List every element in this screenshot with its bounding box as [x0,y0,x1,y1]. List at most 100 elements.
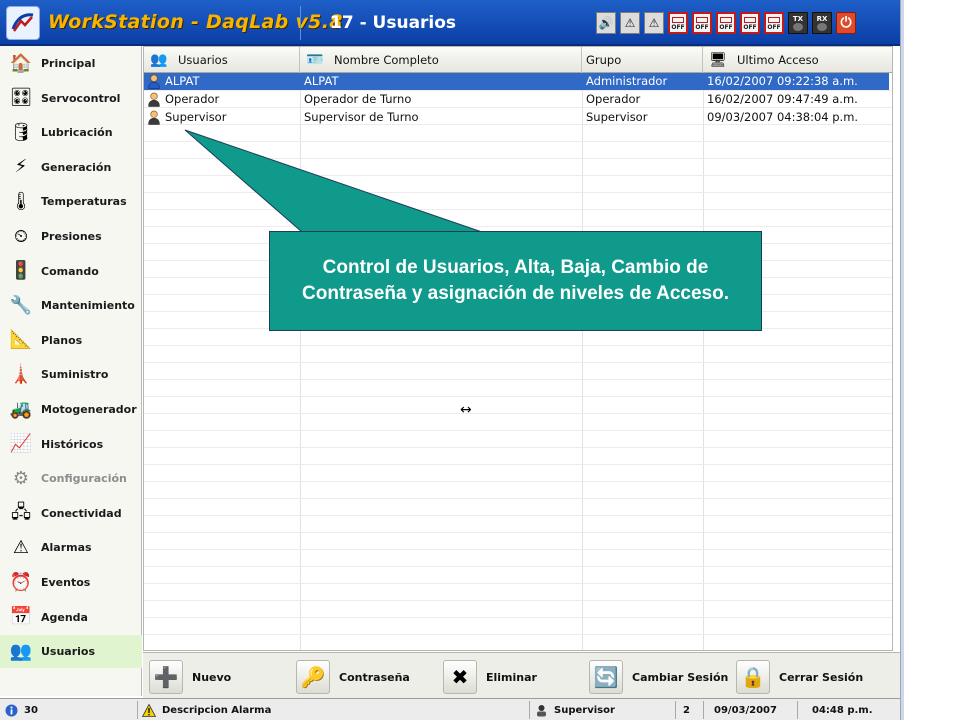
status-count-cell[interactable]: 30 [0,701,138,719]
relay-label: OFF [719,24,733,31]
status-user-cell: Supervisor [530,701,676,719]
column-header-usuarios[interactable]: 👥 Usuarios [144,47,300,73]
cell-full-name: Supervisor de Turno [304,110,419,124]
sidebar-item-label: Agenda [41,610,88,624]
sidebar: 🏠 Principal 🎛 Servocontrol 🛢 Lubricación ⚡ Gene… [0,46,142,696]
sidebar-item-conectividad[interactable]: 🖧 Conectividad [0,497,142,530]
row-divider [144,515,892,516]
gears-icon: ⚙ [12,467,30,489]
table-row[interactable]: ALPAT ALPAT Administrador 16/02/2007 09:22:… [144,73,889,90]
switch-session-icon: 🔄 [589,660,623,694]
cell-group: Supervisor [586,110,648,124]
relay-off-3-icon[interactable]: OFF [716,12,736,34]
action-bar: ➕ Nuevo 🔑 Contraseña ✖ Eliminar 🔄 Cambiar Sesió… [143,652,900,698]
sidebar-item-configuracion[interactable]: ⚙ Configuración [0,462,142,495]
table-row[interactable]: Supervisor Supervisor de Turno Supervisor 0… [144,109,889,126]
warning-outline-2-icon-glyph: ⚠ [648,16,660,30]
users-icon: 👥 [150,52,168,68]
sidebar-item-temperaturas[interactable]: 🌡 Temperaturas [0,185,142,218]
row-divider [144,583,892,584]
relay-off-2-icon[interactable]: OFF [692,12,712,34]
status-bar: 30 Descripcion Alarma Supervisor 2 09/03… [0,698,900,720]
sidebar-item-alarmas[interactable]: ⚠ Alarmas [0,531,142,564]
contrasena-button[interactable]: 🔑 Contraseña [296,660,410,694]
column-header-grupo[interactable]: Grupo [582,47,703,73]
thermometer-icon: 🌡 [9,190,33,212]
column-header-label: Usuarios [178,53,228,67]
cell-user: ALPAT [165,74,200,88]
cambiar-sesion-button[interactable]: 🔄 Cambiar Sesión [589,660,728,694]
sidebar-item-lubricacion[interactable]: 🛢 Lubricación [0,116,142,149]
cell-last-access: 16/02/2007 09:22:38 a.m. [707,74,858,88]
relay-box-icon [768,17,780,23]
sidebar-item-motogenerador[interactable]: 🚜 Motogenerador [0,393,142,426]
row-divider [144,362,892,363]
power-tower-icon: 🗼 [9,363,33,385]
window-edge [900,0,904,720]
warning-outline-2-icon[interactable]: ⚠ [644,12,664,34]
column-header-ultimo-acceso[interactable]: 🖥 Ultimo Acceso [703,47,892,73]
row-divider [144,192,892,193]
status-user: Supervisor [554,704,615,716]
sidebar-item-presiones[interactable]: ⏲ Presiones [0,220,142,253]
sidebar-item-agenda[interactable]: 📅 Agenda [0,601,142,634]
sidebar-item-servocontrol[interactable]: 🎛 Servocontrol [0,82,142,115]
rx-icon[interactable]: RX [812,12,832,34]
sidebar-item-label: Conectividad [41,506,122,520]
app-logo-icon [6,6,40,40]
sidebar-item-usuarios[interactable]: 👥 Usuarios [0,635,142,669]
column-header-label: Nombre Completo [334,53,439,67]
relay-label: OFF [695,24,709,31]
sidebar-item-label: Presiones [41,230,102,243]
sidebar-item-label: Motogenerador [41,403,137,416]
speaker-icon-glyph: 🔊 [598,16,614,30]
nuevo-button[interactable]: ➕ Nuevo [149,660,231,694]
clock-icon: ⏰ [9,571,33,593]
tools-icon: 🔧 [9,294,33,316]
sidebar-item-label: Servocontrol [41,91,121,105]
sidebar-item-mantenimiento[interactable]: 🔧 Mantenimiento [0,289,142,322]
row-divider [144,447,892,448]
contrasena-label: Contraseña [339,670,410,684]
eliminar-button[interactable]: ✖ Eliminar [443,660,537,694]
column-header-nombre-completo[interactable]: 🪪 Nombre Completo [300,47,582,73]
oil-can-icon: 🛢 [9,121,33,143]
sidebar-item-comando[interactable]: 🚦 Comando [0,255,142,288]
warning-outline-icon[interactable]: ⚠ [620,12,640,34]
nuevo-label: Nuevo [192,670,232,684]
sidebar-item-principal[interactable]: 🏠 Principal [0,47,142,80]
cell-full-name: Operador de Turno [304,92,412,106]
sidebar-item-label: Eventos [41,576,91,589]
alarm-warning-icon [142,703,156,717]
generator-icon: 🚜 [9,398,33,420]
sidebar-item-label: Históricos [41,437,104,451]
cell-last-access: 09/03/2007 04:38:04 p.m. [707,110,859,124]
row-divider [144,158,892,159]
sidebar-item-suministro[interactable]: 🗼 Suministro [0,358,142,391]
power-icon[interactable]: ⏻ [836,12,856,34]
row-divider [144,532,892,533]
relay-off-4-icon[interactable]: OFF [740,12,760,34]
relay-off-5-icon[interactable]: OFF [764,12,784,34]
relay-label: OFF [671,24,685,31]
row-divider [144,617,892,618]
add-user-icon: ➕ [149,660,183,694]
row-divider [144,226,892,227]
relay-box-icon [696,17,708,23]
table-row[interactable]: Operador Operador de Turno Operador 16/02/2… [144,91,889,108]
row-divider [144,379,892,380]
users-table: 👥 Usuarios 🪪 Nombre Completo Grupo 🖥 Ultimo Ac… [143,46,893,651]
row-divider [144,345,892,346]
sidebar-item-eventos[interactable]: ⏰ Eventos [0,566,142,599]
sidebar-item-historicos[interactable]: 📈 Históricos [0,428,142,461]
speaker-icon[interactable]: 🔊 [596,12,616,34]
signal-dot-icon [817,23,827,31]
sidebar-item-generacion[interactable]: ⚡ Generación [0,151,142,184]
blueprint-icon: 📐 [9,329,33,351]
relay-off-1-icon[interactable]: OFF [668,12,688,34]
cerrar-sesion-button[interactable]: 🔒 Cerrar Sesión [736,660,863,694]
user-icon [534,703,548,717]
sidebar-item-planos[interactable]: 📐 Planos [0,324,142,357]
status-alarm-cell[interactable]: Descripcion Alarma [138,701,530,719]
tx-icon[interactable]: TX [788,12,808,34]
